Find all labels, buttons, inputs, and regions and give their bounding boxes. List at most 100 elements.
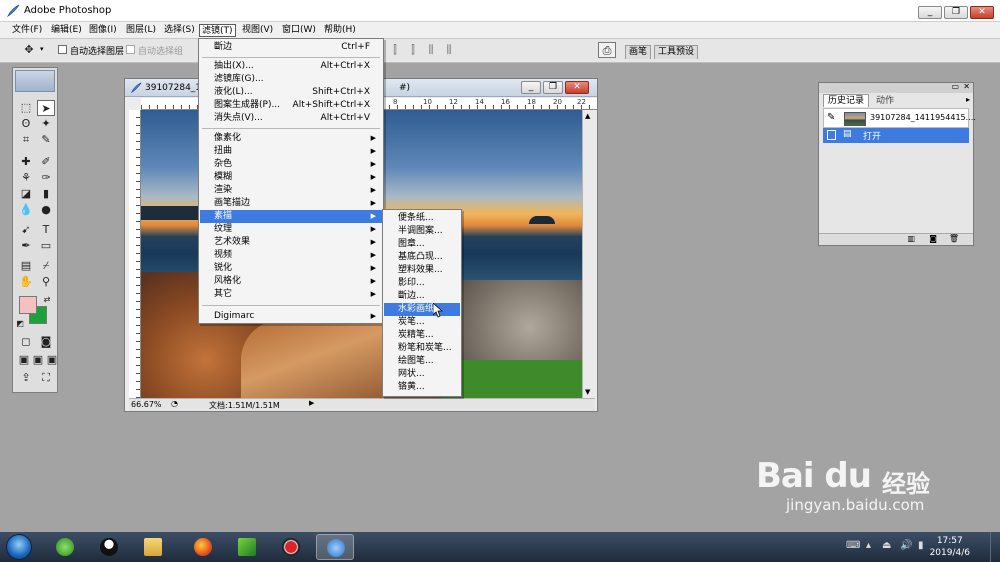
menu-layer[interactable]: 图层(L) (124, 24, 158, 37)
menu-file[interactable]: 文件(F) (10, 24, 44, 37)
close-button[interactable]: ✕ (970, 6, 994, 19)
taskbar-app-recorder[interactable] (272, 534, 310, 560)
standard-mode-icon[interactable]: ◻ (17, 334, 35, 350)
taskbar-app-qq[interactable] (90, 534, 128, 560)
filter-sketch[interactable]: 素描 ▶ (200, 210, 382, 223)
sketch-photocopy[interactable]: 影印... (384, 277, 460, 290)
sketch-chalk-charcoal[interactable]: 粉笔和炭笔... (384, 342, 460, 355)
eraser-tool-icon[interactable]: ◪ (17, 186, 35, 202)
filter-pixelate[interactable]: 像素化 ▶ (200, 132, 382, 145)
filter-pattern-maker[interactable]: 图案生成器(P)... Alt+Shift+Ctrl+X (200, 99, 382, 112)
palette-tab-brushes[interactable]: 画笔 (625, 45, 652, 59)
zoom-tool-icon[interactable]: ⚲ (37, 274, 55, 290)
history-step[interactable]: ▤ 打开 (823, 128, 969, 143)
filter-brush-strokes[interactable]: 画笔描边 ▶ (200, 197, 382, 210)
doc-restore-button[interactable]: ❐ (543, 81, 563, 94)
filter-artistic[interactable]: 艺术效果 ▶ (200, 236, 382, 249)
screen-mode-full-icon[interactable]: ▣ (43, 352, 61, 368)
menu-window[interactable]: 窗口(W) (280, 24, 318, 37)
filter-gallery[interactable]: 滤镜库(G)... (200, 73, 382, 86)
filter-texture[interactable]: 纹理 ▶ (200, 223, 382, 236)
filter-other[interactable]: 其它 ▶ (200, 288, 382, 301)
imageready-icon[interactable]: ⛶ (37, 370, 55, 386)
sketch-charcoal[interactable]: 炭笔... (384, 316, 460, 329)
new-snapshot-icon[interactable]: ◙ (929, 234, 937, 243)
filter-video[interactable]: 视频 ▶ (200, 249, 382, 262)
filter-last-filter[interactable]: 斷边 Ctrl+F (200, 41, 382, 54)
zoom-level[interactable]: 66.67% (131, 400, 162, 409)
menu-select[interactable]: 选择(S) (162, 24, 197, 37)
doc-close-button[interactable]: ✕ (565, 81, 589, 94)
sketch-water-paper[interactable]: 水彩画纸... (384, 303, 460, 316)
scroll-down-icon[interactable]: ▼ (585, 388, 590, 396)
palette-tab-tool-presets[interactable]: 工具预设 (654, 45, 699, 59)
filter-extract[interactable]: 抽出(X)... Alt+Ctrl+X (200, 60, 382, 73)
sketch-conte-crayon[interactable]: 炭精笔... (384, 329, 460, 342)
brush-tool-icon[interactable]: ✐ (37, 154, 55, 170)
gradient-tool-icon[interactable]: ▮ (37, 186, 55, 202)
file-browser-icon[interactable]: ⎙ (598, 42, 616, 58)
trash-icon[interactable]: 🗑 (949, 234, 959, 243)
distribute-icon[interactable]: ⫼ (440, 42, 458, 58)
filter-distort[interactable]: 扭曲 ▶ (200, 145, 382, 158)
history-source-checkbox[interactable] (827, 130, 836, 140)
sketch-plaster[interactable]: 塑料效果... (384, 264, 460, 277)
imageready-icon[interactable]: ⇪ (17, 370, 35, 386)
panel-minimize-icon[interactable]: ▭ (951, 82, 959, 91)
foreground-color-swatch[interactable] (19, 296, 37, 314)
swap-colors-icon[interactable]: ⇄ (41, 292, 53, 308)
taskbar-app-media[interactable] (228, 534, 266, 560)
menu-help[interactable]: 帮助(H) (322, 24, 358, 37)
panel-menu-icon[interactable]: ▸ (966, 95, 970, 104)
default-colors-icon[interactable]: ◩ (15, 316, 25, 332)
filter-stylize[interactable]: 风格化 ▶ (200, 275, 382, 288)
sketch-stamp[interactable]: 图章... (384, 238, 460, 251)
keyboard-icon[interactable]: ⌨ (846, 540, 860, 551)
vertical-scrollbar[interactable]: ▲ ▼ (582, 110, 596, 398)
magic-wand-icon[interactable]: ✦ (37, 116, 55, 132)
taskbar-app-firefox[interactable] (184, 534, 222, 560)
blur-tool-icon[interactable]: 💧 (17, 202, 35, 218)
align-icon[interactable]: ⫿ (386, 42, 404, 58)
sketch-note-paper[interactable]: 便条纸... (384, 212, 460, 225)
type-tool-icon[interactable]: T (37, 222, 55, 238)
doc-minimize-button[interactable]: _ (521, 81, 541, 94)
taskbar-app-explorer[interactable] (134, 534, 172, 560)
eyedropper-icon[interactable]: ⌿ (37, 258, 55, 274)
taskbar-app-photoshop[interactable] (316, 534, 354, 560)
filter-blur[interactable]: 模糊 ▶ (200, 171, 382, 184)
dodge-tool-icon[interactable]: ● (37, 202, 55, 218)
status-menu-arrow-icon[interactable]: ▶ (309, 399, 314, 407)
status-info-icon[interactable]: ◔ (171, 399, 178, 408)
filter-sharpen[interactable]: 锐化 ▶ (200, 262, 382, 275)
pen-tool-icon[interactable]: ✒ (17, 238, 35, 254)
scroll-up-icon[interactable]: ▲ (585, 112, 590, 120)
auto-select-layer-checkbox[interactable] (58, 45, 67, 54)
taskbar-app-browser[interactable] (46, 534, 84, 560)
quick-mask-icon[interactable]: ◙ (37, 334, 55, 350)
panel-close-icon[interactable]: ✕ (963, 82, 970, 91)
new-document-from-state-icon[interactable]: ▥ (907, 234, 915, 243)
filter-liquify[interactable]: 液化(L)... Shift+Ctrl+X (200, 86, 382, 99)
volume-icon[interactable]: 🔊 (900, 540, 912, 551)
healing-brush-icon[interactable]: ✚ (17, 154, 35, 170)
menu-filter[interactable]: 滤镜(T) (199, 24, 236, 37)
network-icon[interactable]: ▮ (918, 540, 924, 551)
hand-tool-icon[interactable]: ✋ (17, 274, 35, 290)
distribute-icon[interactable]: ⫼ (422, 42, 440, 58)
crop-tool-icon[interactable]: ⌗ (17, 132, 35, 148)
start-button[interactable] (6, 534, 32, 560)
restore-button[interactable]: ❐ (944, 6, 968, 19)
usb-icon[interactable]: ⏏ (882, 540, 891, 551)
path-select-icon[interactable]: ➹ (17, 222, 35, 238)
sketch-bas-relief[interactable]: 基底凸现... (384, 251, 460, 264)
menu-view[interactable]: 视图(V) (240, 24, 275, 37)
slice-tool-icon[interactable]: ✎ (37, 132, 55, 148)
menu-image[interactable]: 图像(I) (87, 24, 119, 37)
sketch-chrome[interactable]: 铬黄... (384, 381, 460, 394)
minimize-button[interactable]: _ (918, 6, 942, 19)
history-brush-source-icon[interactable]: ✎ (827, 112, 835, 123)
auto-select-group-checkbox[interactable] (126, 45, 135, 54)
menu-edit[interactable]: 编辑(E) (49, 24, 84, 37)
filter-render[interactable]: 渲染 ▶ (200, 184, 382, 197)
